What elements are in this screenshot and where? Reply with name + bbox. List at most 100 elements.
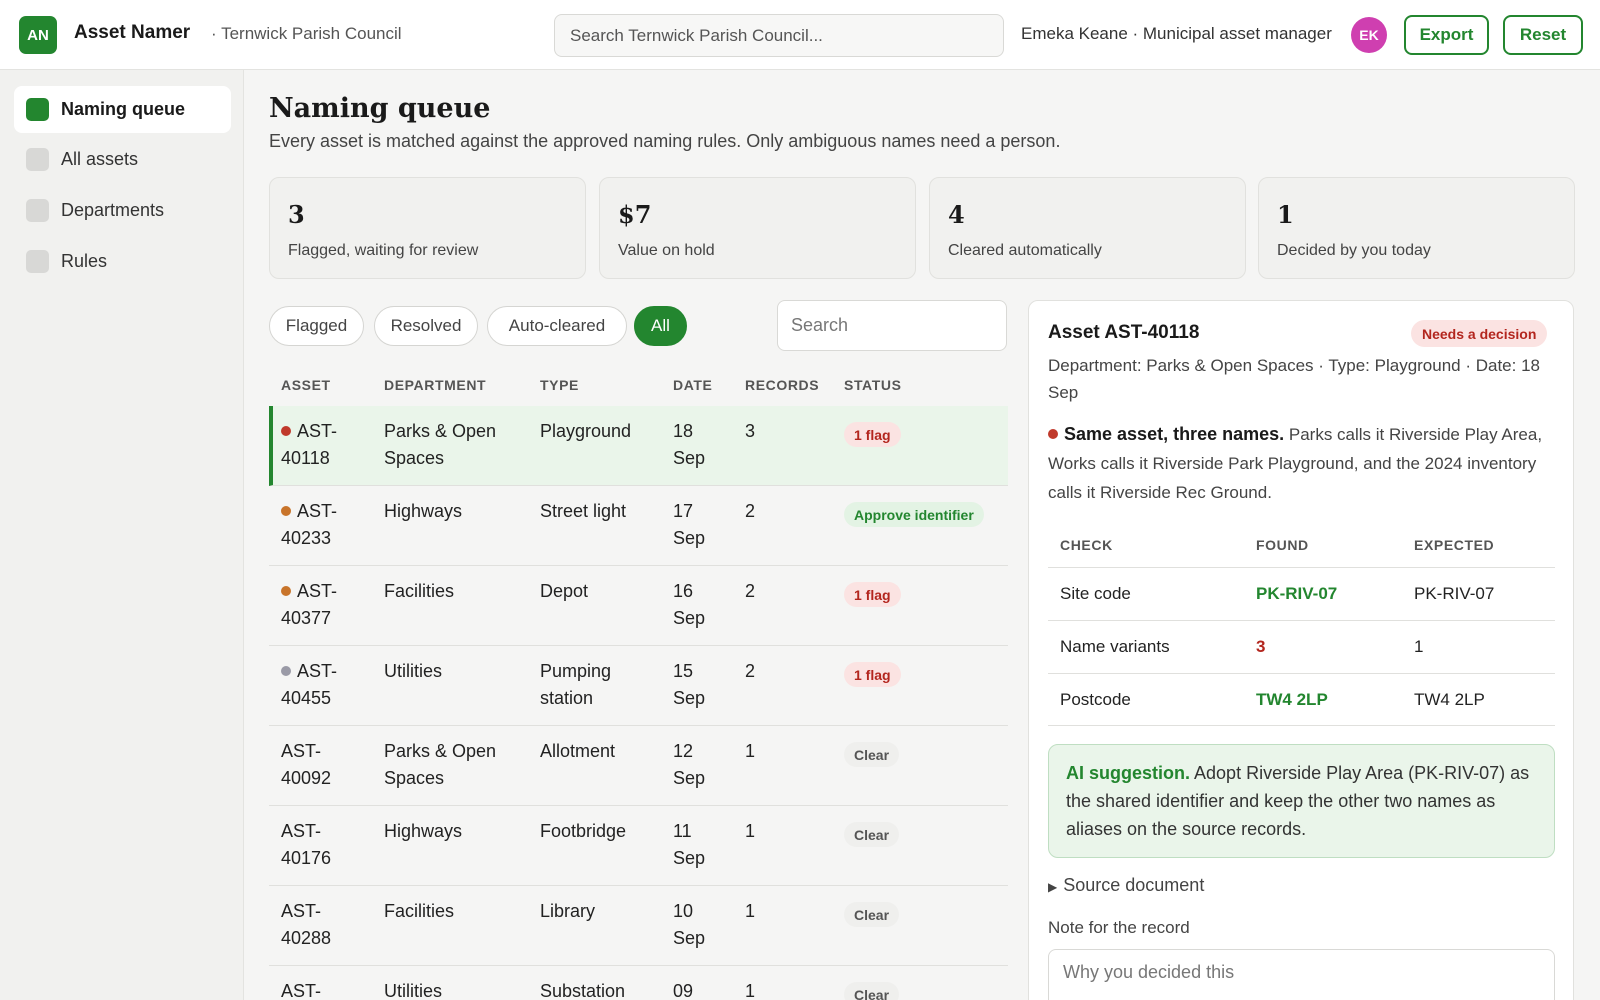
filter-all[interactable]: All bbox=[634, 306, 687, 346]
department: Facilities bbox=[384, 581, 455, 601]
status-badge: Clear bbox=[844, 982, 900, 1000]
sidebar-item-all-assets[interactable]: All assets bbox=[14, 136, 231, 183]
type-cell: Pumping station bbox=[540, 658, 611, 712]
stat-card-flagged: 3 Flagged, waiting for review bbox=[269, 177, 586, 279]
asset-id-cell: AST- 40233 bbox=[281, 498, 337, 552]
records-cell: 2 bbox=[745, 661, 756, 681]
avatar[interactable]: EK bbox=[1351, 17, 1387, 53]
check-column-check: CHECK bbox=[1060, 537, 1113, 553]
filter-auto-cleared[interactable]: Auto-cleared bbox=[487, 306, 627, 346]
department: Highways bbox=[384, 501, 463, 521]
table-row[interactable]: AST- 40455 Utilities Pumping station 15 Sep 2 1 … bbox=[269, 646, 1008, 726]
department-cell: Utilities bbox=[384, 978, 442, 1000]
date: 10 bbox=[673, 901, 694, 921]
column-header-asset[interactable]: ASSET bbox=[281, 377, 331, 393]
page-subtitle: Every asset is matched against the appro… bbox=[269, 131, 1061, 151]
type-cell: Depot bbox=[540, 578, 588, 605]
sidebar-item-naming-queue[interactable]: Naming queue bbox=[14, 86, 231, 133]
column-header-status[interactable]: STATUS bbox=[844, 377, 902, 393]
date: 16 bbox=[673, 581, 694, 601]
date: Sep bbox=[673, 448, 706, 468]
column-header-type[interactable]: TYPE bbox=[540, 377, 579, 393]
issue-summary: Same asset, three names. Parks calls it … bbox=[1048, 420, 1558, 507]
check-found: 3 bbox=[1256, 637, 1266, 656]
asset-type: Substation bbox=[540, 981, 626, 1000]
check-column-expected: EXPECTED bbox=[1414, 537, 1495, 553]
table-row[interactable]: AST- 40233 Highways Street light 17 Sep 2 Appro… bbox=[269, 486, 1008, 566]
sidebar-item-label: All assets bbox=[61, 149, 139, 169]
note-input[interactable] bbox=[1048, 949, 1555, 1000]
asset-id-cell: AST- 40455 bbox=[281, 658, 337, 712]
date: 17 bbox=[673, 501, 694, 521]
sidebar-item-label: Rules bbox=[61, 251, 108, 271]
page-title: Naming queue bbox=[269, 93, 491, 124]
reset-button[interactable]: Reset bbox=[1503, 15, 1583, 55]
asset-id: AST- bbox=[297, 581, 338, 601]
asset-id: AST- bbox=[281, 981, 322, 1000]
date: 09 bbox=[673, 981, 694, 1000]
asset-id: 40288 bbox=[281, 928, 332, 948]
asset-id: AST- bbox=[281, 901, 322, 921]
asset-id-cell: AST- 40377 bbox=[281, 578, 337, 632]
asset-id-cell: AST- 40092 bbox=[281, 738, 331, 792]
asset-type: station bbox=[540, 688, 594, 708]
check-expected: 1 bbox=[1414, 637, 1424, 656]
table-row[interactable]: AST- 40118 Parks & Open Spaces Playground 18 S… bbox=[269, 406, 1008, 486]
stat-value: 1 bbox=[1277, 200, 1294, 229]
asset-table: ASSET DEPARTMENT TYPE DATE RECORDS STATU… bbox=[269, 366, 1008, 1000]
stat-label: Cleared automatically bbox=[948, 242, 1102, 259]
filter-resolved[interactable]: Resolved bbox=[374, 306, 478, 346]
queue-icon bbox=[26, 98, 49, 121]
table-row[interactable]: AST- 40377 Facilities Depot 16 Sep 2 1 flag bbox=[269, 566, 1008, 646]
stat-card-cleared: 4 Cleared automatically bbox=[929, 177, 1246, 279]
asset-id: 40092 bbox=[281, 768, 332, 788]
filter-flagged[interactable]: Flagged bbox=[269, 306, 364, 346]
app-logo: AN bbox=[19, 16, 57, 54]
flag-dot-icon bbox=[1048, 429, 1058, 439]
date: Sep bbox=[673, 528, 706, 548]
sidebar: Naming queue All assets Departments Rule… bbox=[0, 70, 244, 1000]
date-cell: 09 bbox=[673, 978, 693, 1000]
asset-id-cell: AST- bbox=[281, 978, 321, 1000]
check-found: TW4 2LP bbox=[1256, 690, 1328, 709]
date: 12 bbox=[673, 741, 694, 761]
date: Sep bbox=[673, 848, 706, 868]
date-cell: 11 Sep bbox=[673, 818, 705, 872]
stat-value: 3 bbox=[288, 200, 305, 229]
status-dot-icon bbox=[281, 506, 291, 516]
table-row[interactable]: AST- 40092 Parks & Open Spaces Allotment 12 Se… bbox=[269, 726, 1008, 806]
table-row[interactable]: AST- 40176 Highways Footbridge 11 Sep 1 Clear bbox=[269, 806, 1008, 886]
records-cell: 2 bbox=[745, 581, 756, 601]
column-header-records[interactable]: RECORDS bbox=[745, 377, 819, 393]
status-dot-icon bbox=[281, 586, 291, 596]
table-row[interactable]: AST- Utilities Substation 09 1 Clear bbox=[269, 966, 1008, 1000]
asset-id: AST- bbox=[281, 821, 322, 841]
date-cell: 16 Sep bbox=[673, 578, 705, 632]
org-name: · Ternwick Parish Council bbox=[211, 24, 402, 43]
asset-type: Allotment bbox=[540, 741, 616, 761]
asset-id: AST- bbox=[297, 661, 338, 681]
date: 15 bbox=[673, 661, 694, 681]
table-header: ASSET DEPARTMENT TYPE DATE RECORDS STATU… bbox=[269, 366, 1008, 406]
stat-value: $7 bbox=[618, 200, 652, 229]
global-search-input[interactable] bbox=[554, 14, 1004, 57]
department: Parks & Open bbox=[384, 421, 497, 441]
check-expected: TW4 2LP bbox=[1414, 690, 1485, 709]
department: Spaces bbox=[384, 448, 445, 468]
sidebar-item-rules[interactable]: Rules bbox=[14, 238, 231, 285]
sidebar-item-departments[interactable]: Departments bbox=[14, 187, 231, 234]
ai-suggestion: AI suggestion. Adopt Riverside Play Area… bbox=[1048, 744, 1555, 858]
asset-id: AST- bbox=[281, 741, 322, 761]
asset-id: 40233 bbox=[281, 528, 332, 548]
records-cell: 2 bbox=[745, 501, 756, 521]
column-header-department[interactable]: DEPARTMENT bbox=[384, 377, 486, 393]
status-badge: Needs a decision bbox=[1411, 320, 1548, 347]
status-badge: Clear bbox=[844, 742, 900, 767]
rules-icon bbox=[26, 250, 49, 273]
column-header-date[interactable]: DATE bbox=[673, 377, 712, 393]
table-row[interactable]: AST- 40288 Facilities Library 10 Sep 1 Clear bbox=[269, 886, 1008, 966]
export-button[interactable]: Export bbox=[1404, 15, 1489, 55]
list-search-input[interactable] bbox=[777, 300, 1007, 351]
departments-icon bbox=[26, 199, 49, 222]
source-document-toggle[interactable]: ▶ Source document bbox=[1048, 875, 1204, 896]
